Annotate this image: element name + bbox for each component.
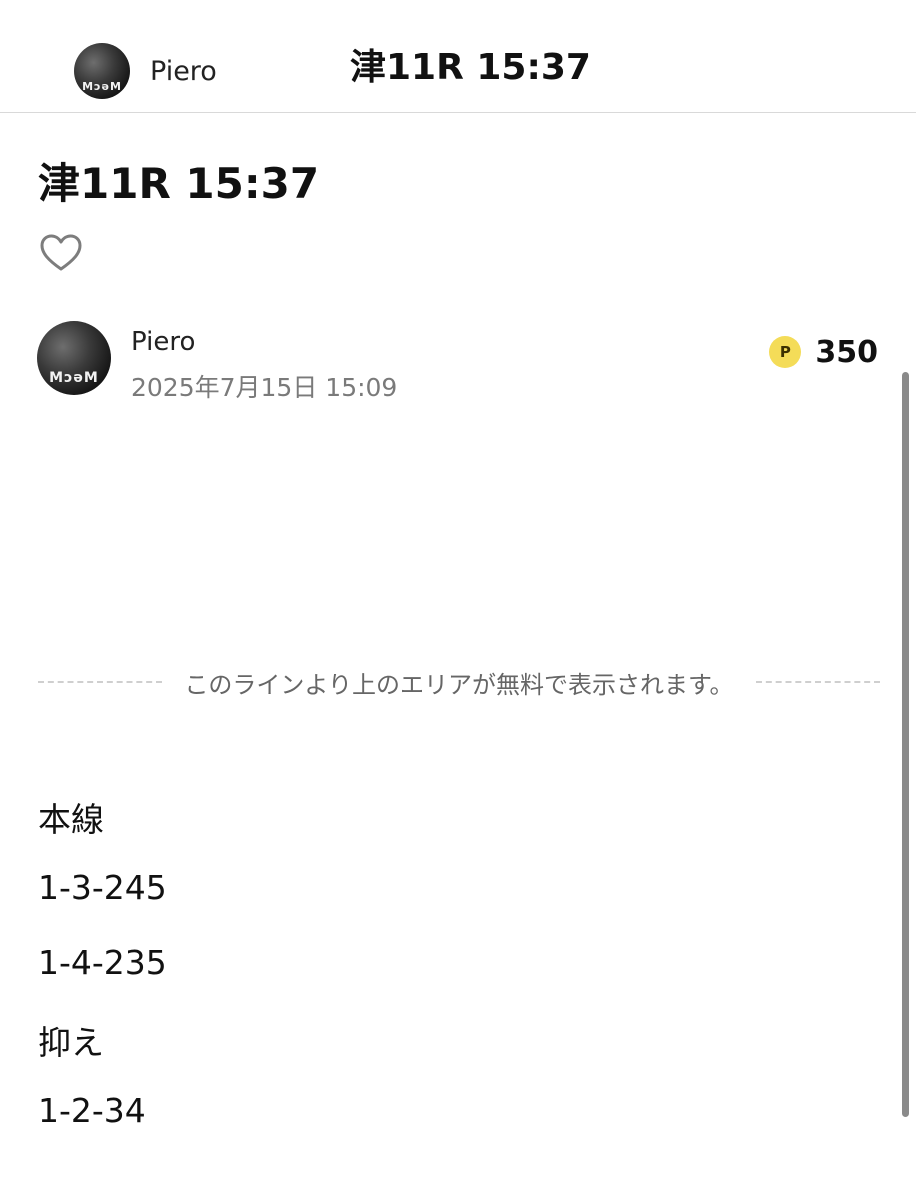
avatar-logo-text: MɔəM bbox=[49, 370, 99, 386]
author-name[interactable]: Piero bbox=[131, 327, 195, 357]
heart-outline-icon bbox=[40, 234, 82, 271]
scrollbar-thumb[interactable] bbox=[902, 372, 909, 1117]
body-line-pick-2: 1-4-235 bbox=[38, 943, 167, 982]
paywall-divider: このラインより上のエリアが無料で表示されます。 bbox=[38, 664, 880, 700]
header-author-name[interactable]: Piero bbox=[150, 56, 217, 87]
dashed-line-left bbox=[38, 681, 163, 683]
article-title: 津11R 15:37 bbox=[38, 159, 320, 208]
author-avatar-large[interactable]: MɔəM bbox=[37, 321, 111, 395]
point-coin-icon: P bbox=[769, 336, 802, 368]
body-line-main-label: 本線 bbox=[38, 800, 104, 839]
avatar-logo-text: MɔəM bbox=[82, 80, 122, 93]
price-display: P 350 bbox=[769, 334, 878, 370]
author-avatar[interactable]: MɔəM bbox=[74, 43, 130, 99]
price-value: 350 bbox=[815, 334, 878, 370]
body-line-backup-label: 抑え bbox=[38, 1023, 104, 1062]
header-title: 津11R 15:37 bbox=[350, 47, 591, 88]
body-line-pick-3: 1-2-34 bbox=[38, 1091, 146, 1130]
body-line-pick-1: 1-3-245 bbox=[38, 868, 167, 907]
like-button[interactable] bbox=[40, 234, 82, 272]
top-bar: MɔəM Piero 津11R 15:37 bbox=[0, 0, 916, 113]
free-area-notice: このラインより上のエリアが無料で表示されます。 bbox=[184, 670, 734, 699]
publish-date: 2025年7月15日 15:09 bbox=[131, 373, 398, 402]
dashed-line-right bbox=[755, 681, 880, 683]
